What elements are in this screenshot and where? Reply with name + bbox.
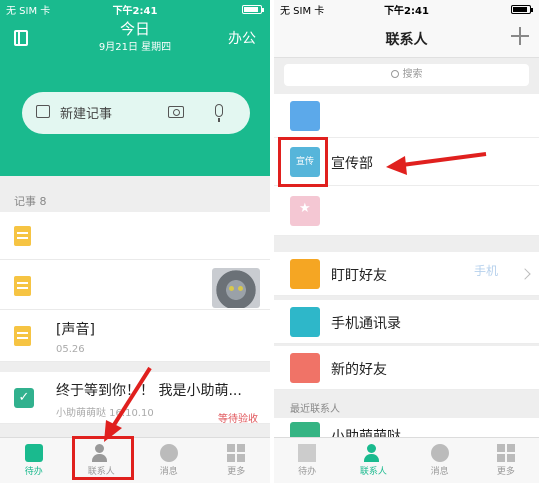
annotation-arrow	[386, 152, 487, 175]
left-phone-screen: 无 SIM 卡 下午2:41 今日 9月21日 星期四 办公 新建记事 记事 8…	[0, 0, 270, 483]
right-phone-screen: 无 SIM 卡 下午2:41 联系人 搜索 宣传 宣传部 盯盯好友 手机 手机通…	[274, 0, 539, 483]
annotation-arrow	[104, 366, 152, 442]
